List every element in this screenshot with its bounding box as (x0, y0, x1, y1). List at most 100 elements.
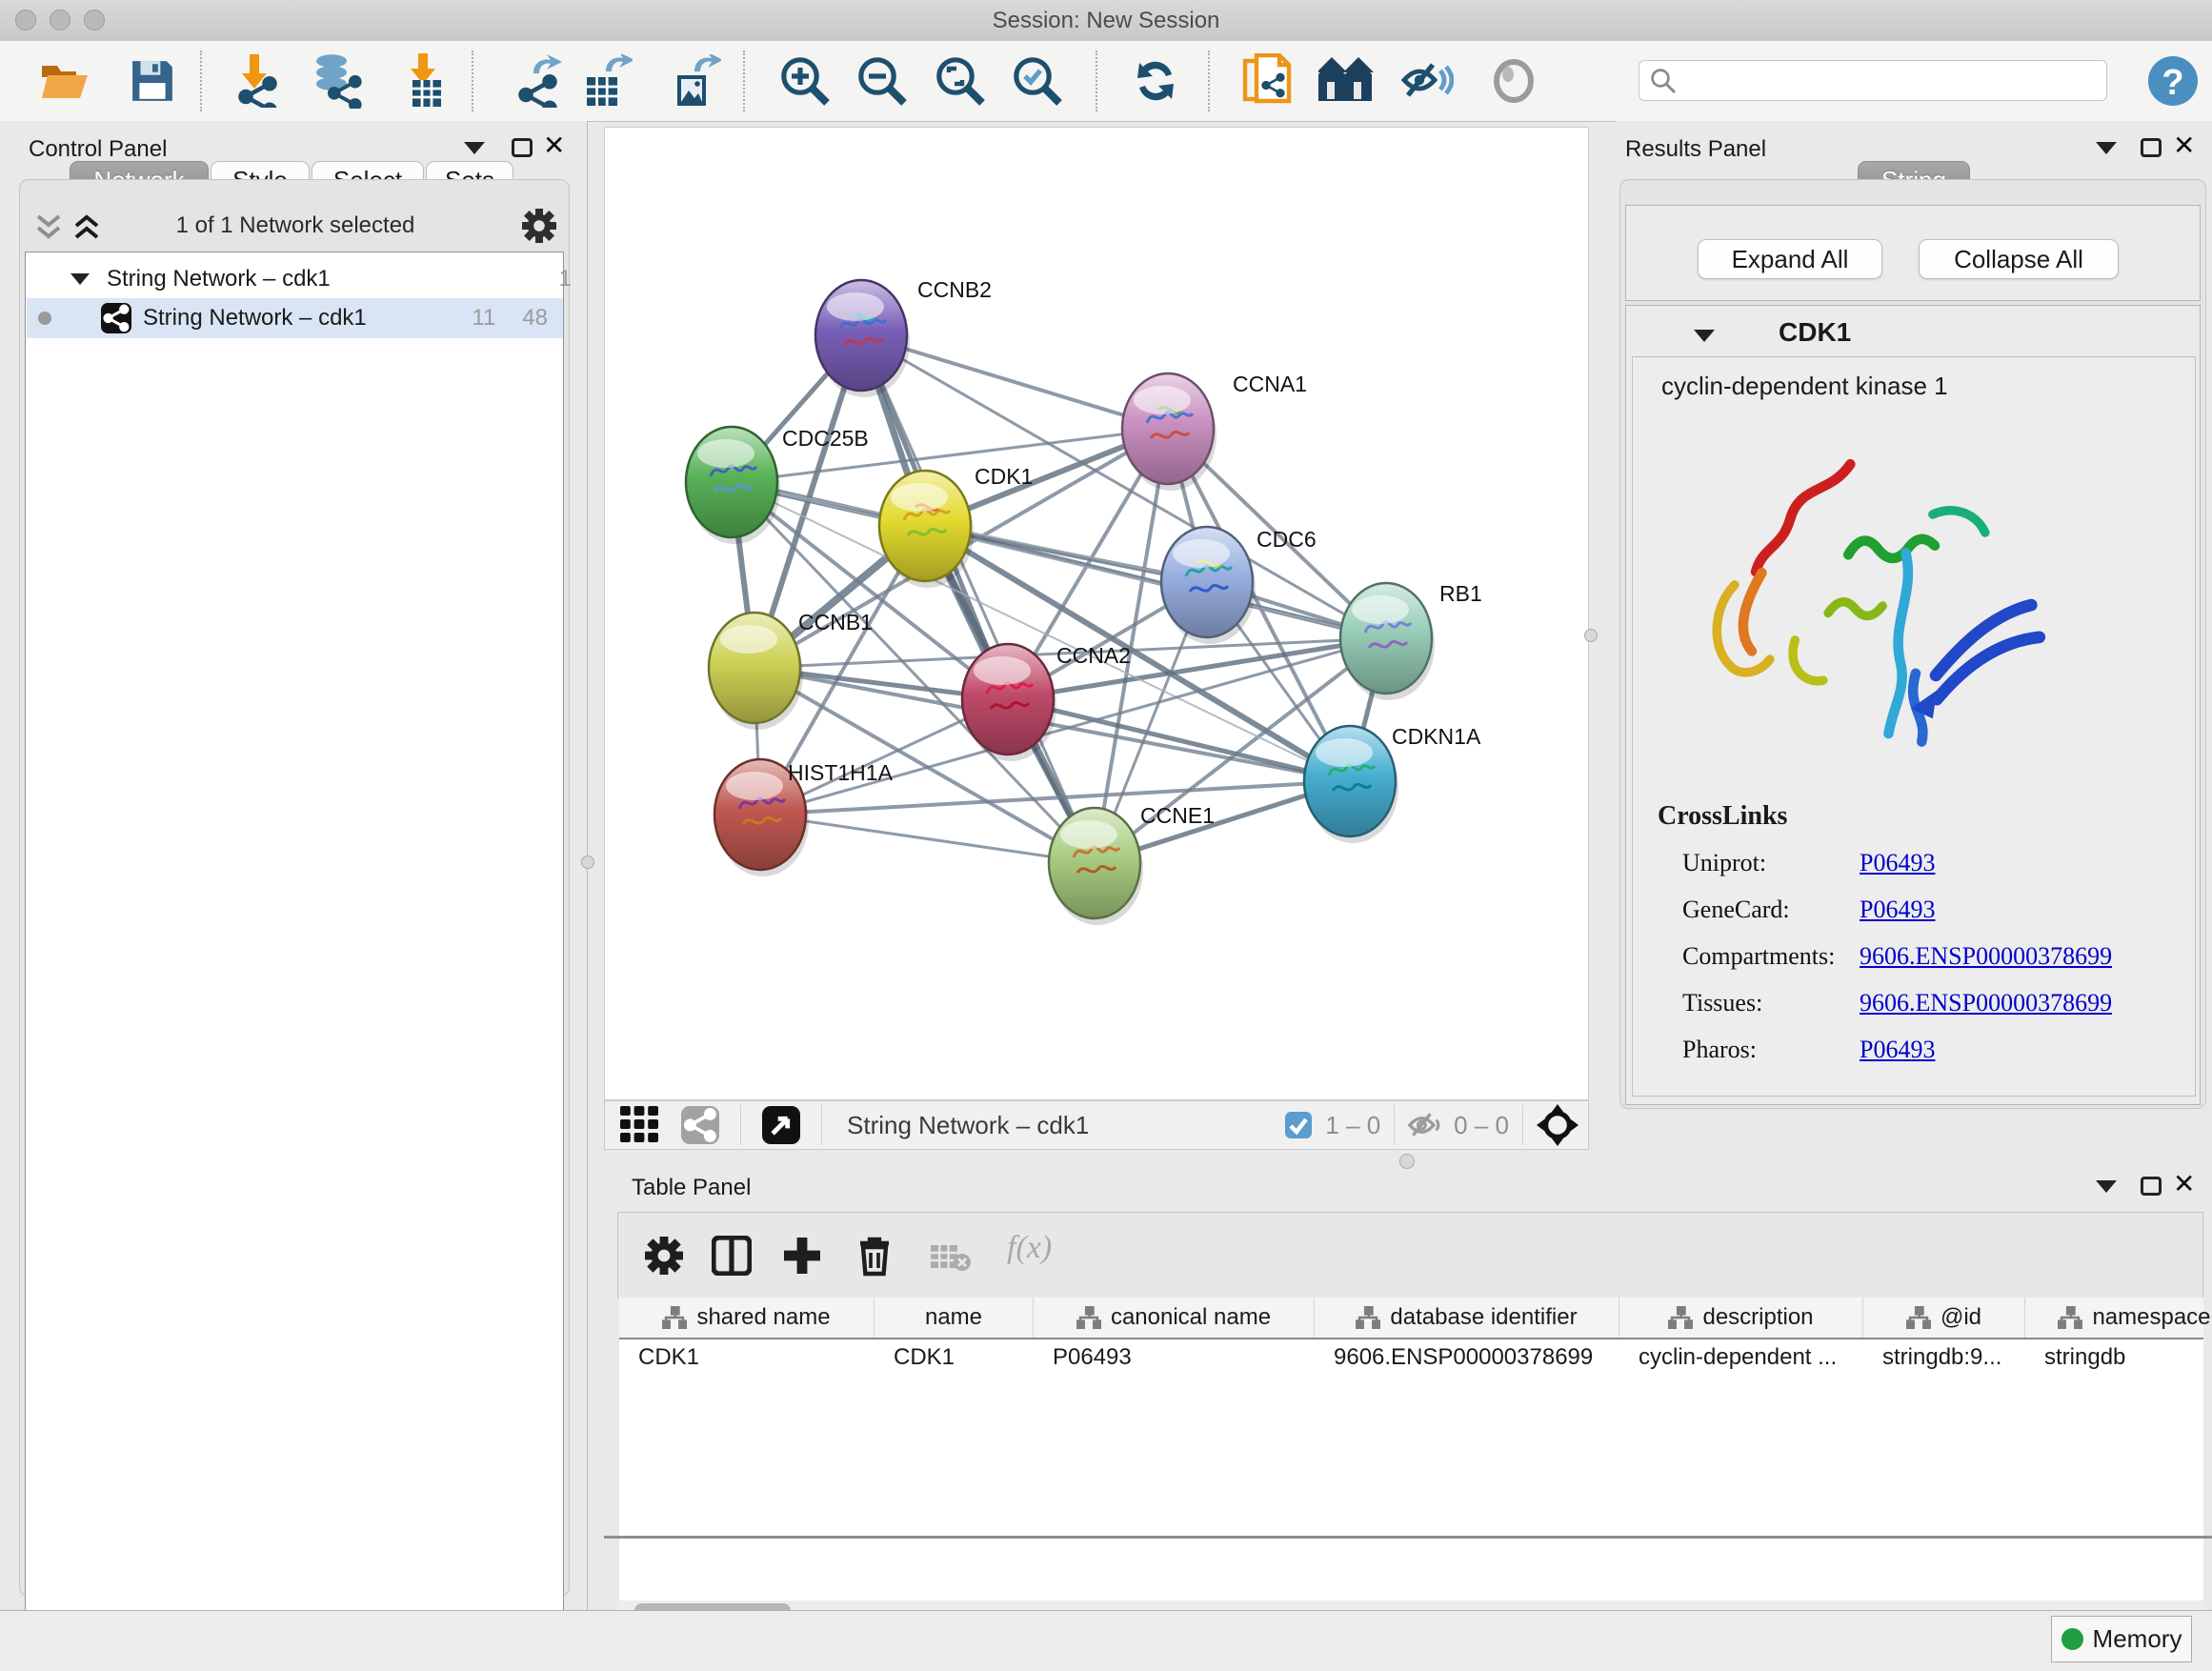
network-node-CDKN1A[interactable] (1304, 726, 1398, 843)
zoom-selected-icon[interactable] (1010, 53, 1065, 109)
network-node-CCNE1[interactable] (1049, 808, 1143, 925)
search-input[interactable] (1685, 67, 2106, 95)
hidden-counts: 0 – 0 (1454, 1111, 1509, 1140)
memory-button[interactable]: Memory (2051, 1616, 2192, 1662)
open-folder-icon[interactable] (37, 53, 92, 109)
export-table-icon[interactable] (579, 53, 634, 109)
crosslink-row: Pharos:P06493 (1682, 1036, 2178, 1064)
column-header--id[interactable]: @id (1863, 1298, 2025, 1338)
collection-count: 1 (559, 266, 572, 292)
table-cell[interactable]: stringdb (2025, 1339, 2212, 1376)
collapse-all-networks-icon[interactable] (34, 212, 63, 241)
gene-section-expand-icon[interactable] (1694, 330, 1715, 342)
network-options-gear-icon[interactable] (522, 209, 556, 243)
crosslink-value[interactable]: P06493 (1860, 896, 1935, 924)
crosslink-value[interactable]: 9606.ENSP00000378699 (1860, 942, 2112, 971)
gene-name: CDK1 (1779, 317, 1851, 348)
export-network-icon[interactable] (509, 53, 564, 109)
export-image-icon[interactable] (668, 53, 723, 109)
network-collection-row[interactable]: String Network – cdk1 1 (51, 260, 589, 298)
right-splitter-handle[interactable] (1584, 629, 1598, 642)
table-cell[interactable]: cyclin-dependent ... (1619, 1339, 1863, 1376)
protein-structure-image (1699, 433, 2061, 776)
table-panel-close-icon[interactable]: ✕ (2173, 1174, 2195, 1195)
expand-all-button[interactable]: Expand All (1698, 239, 1882, 279)
add-column-icon[interactable] (782, 1236, 822, 1276)
zoom-in-icon[interactable] (777, 53, 833, 109)
import-network-icon[interactable] (227, 53, 282, 109)
results-panel-close-icon[interactable]: ✕ (2173, 135, 2195, 156)
network-node-CDK1[interactable] (879, 471, 974, 588)
save-session-icon[interactable] (125, 53, 180, 109)
home-icon[interactable] (1318, 53, 1374, 109)
column-header-shared-name[interactable]: shared name (619, 1298, 875, 1338)
delete-column-icon[interactable] (855, 1234, 895, 1278)
import-database-icon[interactable] (308, 53, 363, 109)
network-node-CDC6[interactable] (1161, 527, 1256, 644)
show-all-icon[interactable] (1487, 53, 1542, 109)
collection-expand-icon[interactable] (70, 273, 90, 285)
hide-selected-icon[interactable] (1399, 53, 1455, 109)
crosslink-value[interactable]: 9606.ENSP00000378699 (1860, 989, 2112, 1017)
table-gear-icon[interactable] (645, 1237, 683, 1275)
table-panel-menu-icon[interactable] (2096, 1180, 2117, 1193)
table-cell[interactable]: 9606.ENSP00000378699 (1315, 1339, 1619, 1376)
table-row[interactable]: CDK1CDK1P064939606.ENSP00000378699cyclin… (619, 1339, 2203, 1376)
control-panel-close-icon[interactable]: ✕ (543, 135, 565, 156)
center-view-icon[interactable] (1537, 1104, 1579, 1146)
selected-checkbox-icon[interactable] (1285, 1112, 1312, 1138)
network-node-CCNB2[interactable] (815, 280, 910, 397)
column-type-icon (1668, 1306, 1693, 1329)
import-table-icon[interactable] (395, 53, 451, 109)
table-cell[interactable]: stringdb:9... (1863, 1339, 2025, 1376)
column-header-database-identifier[interactable]: database identifier (1315, 1298, 1619, 1338)
results-panel-menu-icon[interactable] (2096, 142, 2117, 154)
expand-all-networks-icon[interactable] (72, 212, 101, 241)
help-icon[interactable]: ? (2145, 53, 2201, 109)
node-label-CCNE1: CCNE1 (1140, 803, 1215, 828)
column-type-icon (662, 1306, 687, 1329)
main-toolbar: ? (0, 41, 2212, 122)
column-header-namespace[interactable]: namespace (2025, 1298, 2212, 1338)
column-header-canonical-name[interactable]: canonical name (1034, 1298, 1315, 1338)
crosslink-value[interactable]: P06493 (1860, 1036, 1935, 1064)
grid-view-icon[interactable] (620, 1106, 664, 1144)
column-header-name[interactable]: name (875, 1298, 1034, 1338)
results-panel-float-icon[interactable] (2141, 138, 2162, 157)
crosslink-row: Compartments:9606.ENSP00000378699 (1682, 942, 2178, 971)
network-edge[interactable] (760, 815, 1095, 863)
table-cell[interactable]: CDK1 (619, 1339, 875, 1376)
clone-network-icon[interactable] (1239, 53, 1295, 109)
network-edge-count: 48 (522, 305, 548, 332)
application-window: Session: New Session (0, 0, 2212, 1671)
memory-status-icon (2061, 1628, 2083, 1650)
network-canvas[interactable]: CCNB2CCNA1CDC25BCDK1CDC6RB1CCNB1CCNA2CDK… (604, 127, 1589, 1100)
zoom-fit-icon[interactable] (933, 53, 988, 109)
search-field[interactable] (1639, 60, 2107, 101)
network-node-RB1[interactable] (1340, 583, 1435, 700)
refresh-icon[interactable] (1128, 53, 1183, 109)
collapse-all-button[interactable]: Collapse All (1919, 239, 2119, 279)
birdseye-view-icon[interactable] (762, 1106, 800, 1144)
network-row-selected[interactable]: String Network – cdk1 11 48 (27, 298, 563, 338)
network-node-CCNA2[interactable] (962, 644, 1056, 761)
network-view-share-icon[interactable] (681, 1106, 719, 1144)
table-cell[interactable]: CDK1 (875, 1339, 1034, 1376)
show-columns-icon[interactable] (712, 1236, 752, 1276)
crosslink-value[interactable]: P06493 (1860, 849, 1935, 877)
table-panel-float-icon[interactable] (2141, 1177, 2162, 1196)
table-cell[interactable]: P06493 (1034, 1339, 1315, 1376)
column-label: canonical name (1111, 1304, 1271, 1331)
network-graph[interactable]: CCNB2CCNA1CDC25BCDK1CDC6RB1CCNB1CCNA2CDK… (605, 128, 1588, 1099)
network-node-CCNA1[interactable] (1122, 373, 1217, 491)
control-panel-menu-icon[interactable] (464, 142, 485, 154)
column-type-icon (1906, 1306, 1931, 1329)
network-edge[interactable] (861, 335, 1095, 863)
control-panel-float-icon[interactable] (512, 138, 533, 157)
left-splitter-handle[interactable] (581, 856, 594, 869)
network-node-CCNB1[interactable] (709, 613, 803, 730)
bottom-splitter-handle[interactable] (1399, 1154, 1415, 1169)
network-node-CDC25B[interactable] (686, 427, 780, 544)
zoom-out-icon[interactable] (855, 53, 910, 109)
column-header-description[interactable]: description (1619, 1298, 1863, 1338)
